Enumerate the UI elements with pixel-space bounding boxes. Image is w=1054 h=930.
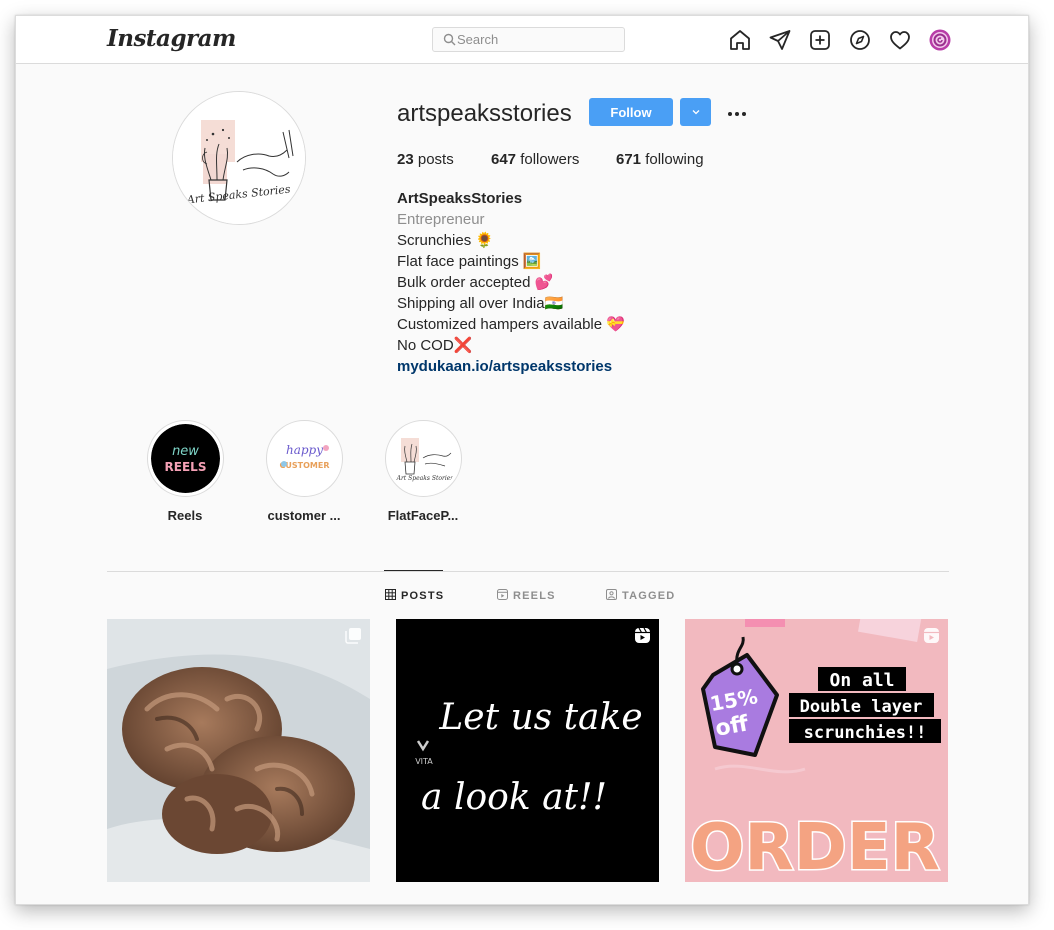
story-highlight-flatface[interactable]: Art Speaks Stories FlatFaceP... xyxy=(378,420,468,523)
svg-text:a look at!!: a look at!! xyxy=(421,777,607,818)
story-highlight-customer[interactable]: happy CUSTOMER customer ... xyxy=(259,420,349,523)
profile-username: artspeaksstories xyxy=(397,100,572,127)
tab-posts[interactable]: POSTS xyxy=(385,589,444,602)
home-icon[interactable] xyxy=(728,28,752,52)
svg-text:new: new xyxy=(172,444,199,459)
browser-window: Instagram Search Art Speaks Stories arts… xyxy=(15,15,1029,905)
highlight-label: Reels xyxy=(167,508,203,523)
highlight-cover[interactable]: Art Speaks Stories xyxy=(384,420,462,497)
svg-text:Let us take: Let us take xyxy=(438,697,642,738)
top-navigation-bar: Instagram xyxy=(16,16,1028,64)
post-thumbnail[interactable]: 15% off On all Double layer scrunchies!!… xyxy=(685,619,948,882)
follow-button[interactable]: Follow xyxy=(589,98,673,126)
direct-messages-icon[interactable] xyxy=(768,28,792,52)
svg-text:On all: On all xyxy=(829,670,894,691)
bio-line: Shipping all over India🇮🇳 xyxy=(397,295,564,312)
grid-icon xyxy=(385,589,396,600)
tab-posts-label: POSTS xyxy=(401,590,445,602)
highlight-cover[interactable]: happy CUSTOMER xyxy=(265,420,343,497)
story-highlight-reels[interactable]: new REELS Reels xyxy=(140,420,230,523)
more-options-button[interactable] xyxy=(724,102,750,122)
explore-icon[interactable] xyxy=(848,28,872,52)
post-image-let-us-take: Let us take a look at!! VITA xyxy=(396,619,659,882)
svg-text:Double layer: Double layer xyxy=(800,697,923,717)
svg-text:REELS: REELS xyxy=(164,460,206,474)
bio-line: No COD❌ xyxy=(397,337,473,354)
svg-text:CUSTOMER: CUSTOMER xyxy=(279,461,329,470)
bio-line: Flat face paintings 🖼️ xyxy=(397,253,542,270)
tab-reels-label: REELS xyxy=(513,590,556,602)
highlight-label: FlatFaceP... xyxy=(387,508,459,523)
bio-line: Customized hampers available 💝 xyxy=(397,316,625,333)
chevron-down-icon xyxy=(692,110,699,115)
search-icon xyxy=(443,33,456,46)
post-image-scrunchies xyxy=(107,619,370,882)
carousel-icon xyxy=(345,628,361,644)
active-tab-indicator xyxy=(384,570,443,571)
activity-heart-icon[interactable] xyxy=(888,28,912,52)
bio-category: Entrepreneur xyxy=(397,211,485,228)
bio-line: Scrunchies 🌻 xyxy=(397,232,495,249)
search-box[interactable] xyxy=(432,27,625,52)
svg-text:ORDER: ORDER xyxy=(690,811,940,882)
post-thumbnail[interactable] xyxy=(107,619,370,882)
bio-line: Bulk order accepted 💕 xyxy=(397,274,554,291)
svg-text:Art Speaks Stories: Art Speaks Stories xyxy=(395,475,453,482)
new-post-icon[interactable] xyxy=(808,28,832,52)
tagged-icon xyxy=(606,589,617,600)
suggested-accounts-dropdown-button[interactable] xyxy=(680,98,711,126)
post-image-offer: 15% off On all Double layer scrunchies!!… xyxy=(685,619,948,882)
svg-text:happy: happy xyxy=(285,443,322,457)
instagram-logo[interactable]: Instagram xyxy=(107,25,236,52)
post-thumbnail[interactable]: Let us take a look at!! VITA xyxy=(396,619,659,882)
posts-count: 23 posts xyxy=(397,151,454,168)
reel-icon xyxy=(924,628,939,643)
highlight-label: customer ... xyxy=(267,508,341,523)
profile-avatar-icon[interactable] xyxy=(928,28,952,52)
svg-text:scrunchies!!: scrunchies!! xyxy=(804,723,927,743)
profile-bio: ArtSpeaksStories Entrepreneur Scrunchies… xyxy=(397,188,625,377)
tab-tagged-label: TAGGED xyxy=(622,590,676,602)
reel-icon xyxy=(635,627,650,643)
tabs-divider xyxy=(107,571,949,572)
reels-icon xyxy=(497,589,508,600)
following-count[interactable]: 671 following xyxy=(616,151,704,168)
followers-count[interactable]: 647 followers xyxy=(491,151,579,168)
bio-display-name: ArtSpeaksStories xyxy=(397,190,523,207)
tab-tagged[interactable]: TAGGED xyxy=(606,589,675,602)
bio-website-link[interactable]: mydukaan.io/artspeaksstories xyxy=(397,356,625,377)
tab-reels[interactable]: REELS xyxy=(497,589,556,602)
highlight-cover[interactable]: new REELS xyxy=(146,420,224,497)
profile-avatar[interactable]: Art Speaks Stories xyxy=(172,91,306,225)
search-input[interactable] xyxy=(457,31,617,48)
more-dots-icon xyxy=(728,111,746,116)
svg-text:VITA: VITA xyxy=(415,757,433,766)
